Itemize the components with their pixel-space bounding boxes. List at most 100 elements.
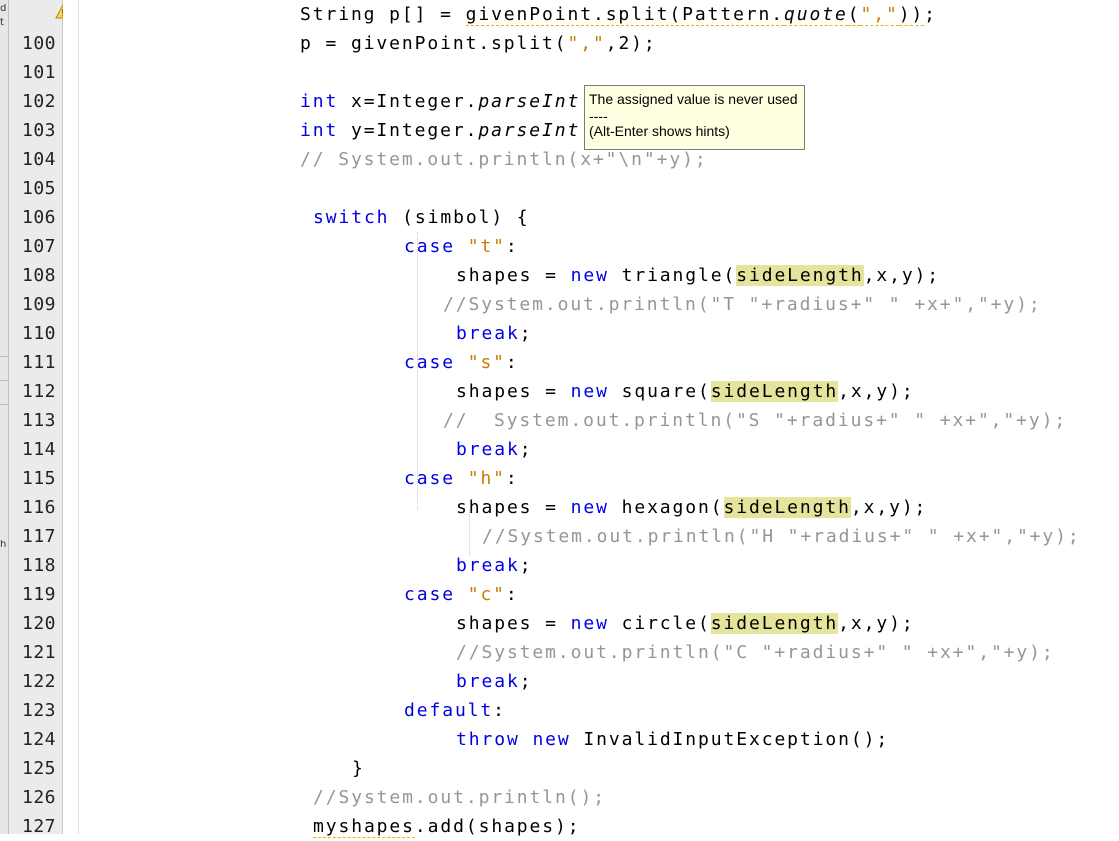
code-token: triangle( [608, 265, 737, 286]
hint-tooltip: The assigned value is never used ---- (A… [584, 85, 805, 150]
code-line[interactable]: myshapes.add(shapes); [313, 812, 581, 841]
code-line[interactable]: switch (simbol) { [313, 203, 530, 232]
code-token: } [352, 758, 365, 779]
code-token: shapes = [456, 381, 571, 402]
side-panel-fragment: d [0, 4, 7, 14]
tooltip-separator: ---- [589, 108, 608, 124]
code-token: break [456, 555, 520, 576]
code-token: default [404, 700, 494, 721]
code-token: break [456, 439, 520, 460]
code-token: case [404, 352, 455, 373]
code-line[interactable]: //System.out.println("C "+radius+" " +x+… [456, 638, 1055, 667]
code-line[interactable]: case "t": [404, 232, 519, 261]
code-token: ; [519, 671, 533, 692]
code-token: //System.out.println("T "+radius+" " +x+… [443, 294, 1042, 315]
code-token: : [505, 468, 519, 489]
code-token: )) [898, 4, 925, 26]
code-token: //System.out.println("H "+radius+" " +x+… [482, 526, 1081, 547]
code-line[interactable]: break; [456, 319, 532, 348]
code-token: (simbol) { [389, 207, 530, 228]
code-token: : [493, 700, 506, 721]
code-token: new [570, 497, 609, 518]
code-token: // System.out.println(x+"\n"+y); [300, 149, 708, 170]
code-token: shapes = [456, 497, 571, 518]
code-token: ,x,y); [863, 265, 941, 286]
code-line[interactable]: shapes = new hexagon(sideLength,x,y); [456, 493, 927, 522]
code-line[interactable]: int y=Integer.parseInt [300, 116, 580, 145]
code-token: parseInt [478, 91, 581, 112]
code-line[interactable]: // System.out.println("S "+radius+" " +x… [443, 406, 1067, 435]
side-panel-divider [0, 356, 8, 357]
code-token: case [404, 584, 455, 605]
tooltip-hint: (Alt-Enter shows hints) [589, 123, 730, 139]
code-token: break [456, 323, 520, 344]
code-token: "s" [467, 352, 506, 373]
code-token: quote [784, 4, 848, 26]
code-token: shapes = [456, 265, 571, 286]
code-token: "," [567, 33, 606, 54]
code-line[interactable]: break; [456, 551, 532, 580]
code-token: parseInt [478, 120, 581, 141]
code-line[interactable]: int x=Integer.parseInt [300, 87, 580, 116]
code-token: sideLength [710, 381, 839, 402]
code-line[interactable]: } [352, 754, 365, 783]
code-line[interactable]: //System.out.println(); [313, 783, 606, 812]
code-line[interactable]: break; [456, 667, 532, 696]
code-token: y=Integer. [338, 120, 479, 141]
code-line[interactable]: p = givenPoint.split(",",2); [300, 29, 657, 58]
code-line[interactable]: shapes = new circle(sideLength,x,y); [456, 609, 915, 638]
code-line[interactable]: shapes = new triangle(sideLength,x,y); [456, 261, 940, 290]
code-line[interactable]: String p[] = givenPoint.split(Pattern.qu… [300, 0, 937, 29]
code-line[interactable]: shapes = new square(sideLength,x,y); [456, 377, 915, 406]
code-token: InvalidInputException(); [570, 729, 890, 750]
code-line[interactable]: throw new InvalidInputException(); [456, 725, 889, 754]
code-token: "," [860, 4, 899, 26]
side-panel-divider [0, 380, 8, 381]
code-token: p = givenPoint.split( [300, 33, 568, 54]
tooltip-message: The assigned value is never used [589, 91, 798, 107]
indent-guide [417, 232, 418, 510]
code-token: : [505, 236, 519, 257]
code-token: case [404, 468, 455, 489]
code-token: x=Integer. [338, 91, 479, 112]
code-line[interactable]: case "c": [404, 580, 519, 609]
code-token: ; [519, 555, 533, 576]
code-token: square( [608, 381, 711, 402]
code-token: ,x,y); [838, 381, 915, 402]
code-token: ( [847, 4, 861, 26]
code-line[interactable]: case "s": [404, 348, 519, 377]
code-token: String p[] = [300, 4, 466, 25]
code-token: int [300, 120, 339, 141]
side-panel-edge: dt h [0, 0, 9, 834]
side-panel-fragment: t [0, 18, 4, 28]
code-token: sideLength [710, 613, 839, 634]
code-token: new [570, 613, 609, 634]
code-token: ,x,y); [838, 613, 915, 634]
code-token: givenPoint.split(Pattern. [465, 4, 785, 26]
code-line[interactable]: //System.out.println("H "+radius+" " +x+… [482, 522, 1081, 551]
code-line[interactable]: break; [456, 435, 532, 464]
code-token: : [505, 584, 519, 605]
code-line[interactable]: case "h": [404, 464, 519, 493]
code-token: new [532, 729, 571, 750]
code-token: //System.out.println(); [313, 787, 606, 808]
line-number-gutter[interactable]: 100 101 102 103 104 105 106 107 108 109 110 111 112 1… [9, 0, 71, 837]
code-token: ; [924, 4, 937, 25]
code-token: "h" [467, 468, 506, 489]
code-token: new [570, 381, 609, 402]
code-token: sideLength [736, 265, 864, 286]
fold-strip [63, 0, 79, 834]
indent-guide [469, 510, 470, 555]
code-token: circle( [608, 613, 711, 634]
code-token: : [505, 352, 519, 373]
code-line[interactable]: //System.out.println("T "+radius+" " +x+… [443, 290, 1042, 319]
code-token: ; [519, 323, 533, 344]
code-token: throw [456, 729, 520, 750]
code-line[interactable]: default: [404, 696, 506, 725]
code-token: ,x,y); [850, 497, 928, 518]
code-token: "c" [467, 584, 506, 605]
side-panel-fragment: h [0, 540, 7, 550]
